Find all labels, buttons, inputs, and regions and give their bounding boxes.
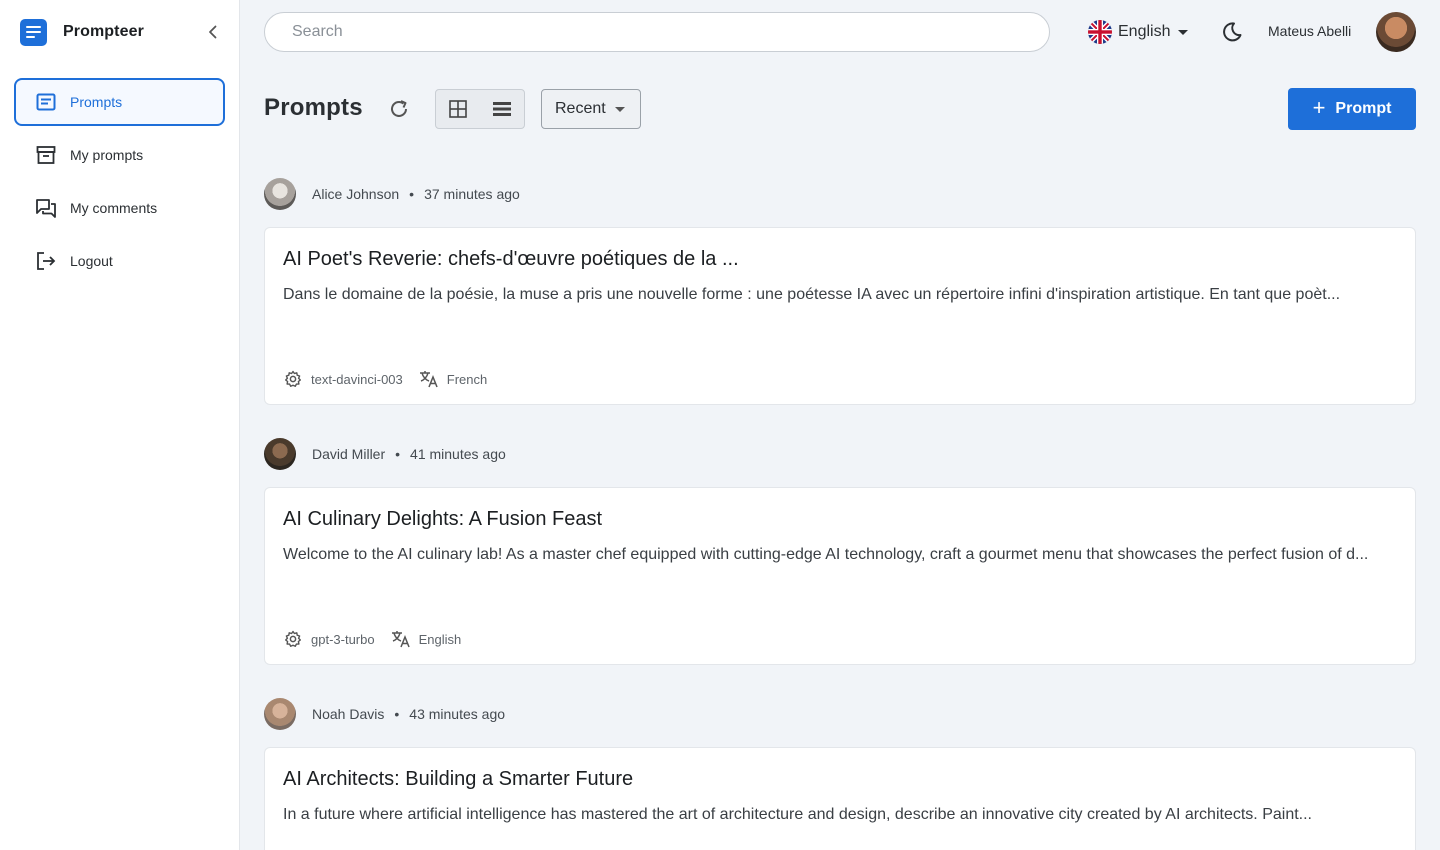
- sort-label: Recent: [555, 100, 606, 117]
- author-avatar[interactable]: [264, 438, 296, 470]
- post-time: 43 minutes ago: [409, 706, 506, 722]
- prompts-icon: [35, 91, 57, 113]
- post-meta: Noah Davis • 43 minutes ago: [264, 698, 505, 730]
- translate-icon: [391, 629, 411, 649]
- sidebar-item-my-comments[interactable]: My comments: [14, 184, 225, 232]
- sidebar-item-logout[interactable]: Logout: [14, 237, 225, 285]
- view-toggle: [435, 89, 525, 129]
- refresh-icon: [391, 100, 407, 117]
- prompt-model: text-davinci-003: [311, 371, 403, 387]
- gear-icon: [283, 629, 303, 649]
- prompt-description: Welcome to the AI culinary lab! As a mas…: [283, 546, 1369, 563]
- separator-dot: •: [409, 186, 415, 202]
- post-time: 41 minutes ago: [410, 446, 506, 462]
- grid-view-button[interactable]: [436, 90, 480, 128]
- caret-down-icon: [614, 106, 625, 112]
- plus-icon: +: [1312, 95, 1326, 120]
- prompt-title: AI Poet's Reverie: chefs-d'œuvre poétiqu…: [283, 248, 739, 270]
- prompt-card[interactable]: AI Culinary Delights: A Fusion Feast Wel…: [264, 487, 1416, 665]
- archive-icon: [35, 144, 57, 166]
- app-name: Prompteer: [63, 23, 144, 40]
- sidebar-item-label: My prompts: [70, 147, 144, 163]
- gear-icon: [283, 369, 303, 389]
- sort-dropdown[interactable]: Recent: [541, 89, 641, 129]
- separator-dot: •: [395, 446, 401, 462]
- list-icon: [493, 102, 511, 116]
- sidebar: Prompteer Prompts My prompts My comments: [0, 0, 240, 850]
- brand: Prompteer: [20, 18, 225, 46]
- sidebar-item-label: Logout: [70, 253, 113, 269]
- refresh-button[interactable]: [388, 98, 410, 120]
- dark-mode-toggle[interactable]: [1220, 20, 1244, 44]
- new-prompt-label: Prompt: [1335, 100, 1392, 117]
- language-selector[interactable]: English: [1088, 20, 1189, 44]
- post-author[interactable]: Noah Davis: [312, 706, 384, 722]
- prompt-language: French: [446, 371, 488, 387]
- prompt-title: AI Architects: Building a Smarter Future: [283, 768, 634, 790]
- logout-icon: [35, 250, 57, 272]
- list-view-button[interactable]: [480, 90, 524, 128]
- search-input[interactable]: [265, 13, 1049, 51]
- sidebar-item-label: Prompts: [70, 94, 123, 110]
- new-prompt-button[interactable]: + Prompt: [1288, 88, 1416, 130]
- post-author[interactable]: Alice Johnson: [312, 186, 399, 202]
- prompt-card[interactable]: AI Poet's Reverie: chefs-d'œuvre poétiqu…: [264, 227, 1416, 405]
- uk-flag-icon: [1088, 20, 1112, 44]
- chevron-left-icon: [209, 25, 217, 39]
- sidebar-nav: Prompts My prompts My comments Logout: [14, 78, 225, 290]
- author-avatar[interactable]: [264, 178, 296, 210]
- sidebar-item-prompts[interactable]: Prompts: [14, 78, 225, 126]
- user-avatar[interactable]: [1376, 12, 1416, 52]
- comments-icon: [35, 197, 57, 219]
- post-meta: David Miller • 41 minutes ago: [264, 438, 506, 470]
- prompt-footer: gpt-3-turbo English: [283, 628, 461, 650]
- prompt-language: English: [418, 631, 462, 647]
- page-title: Prompts: [264, 94, 363, 121]
- prompt-card[interactable]: AI Architects: Building a Smarter Future…: [264, 747, 1416, 850]
- grid-icon: [449, 100, 467, 118]
- prompt-description: In a future where artificial intelligenc…: [283, 806, 1312, 823]
- separator-dot: •: [394, 706, 400, 722]
- prompt-model: gpt-3-turbo: [311, 631, 375, 647]
- search-bar: [264, 12, 1050, 52]
- post-author[interactable]: David Miller: [312, 446, 385, 462]
- moon-icon: [1223, 22, 1242, 42]
- post-time: 37 minutes ago: [424, 186, 520, 202]
- collapse-sidebar-button[interactable]: [201, 20, 225, 44]
- prompt-description: Dans le domaine de la poésie, la muse a …: [283, 286, 1341, 303]
- prompt-title: AI Culinary Delights: A Fusion Feast: [283, 508, 603, 530]
- user-name: Mateus Abelli: [1268, 23, 1352, 39]
- caret-down-icon: [1178, 29, 1189, 35]
- post-meta: Alice Johnson • 37 minutes ago: [264, 178, 520, 210]
- language-label: English: [1118, 23, 1171, 40]
- prompteer-logo-icon: [20, 18, 47, 46]
- sidebar-item-label: My comments: [70, 200, 158, 216]
- sidebar-item-my-prompts[interactable]: My prompts: [14, 131, 225, 179]
- translate-icon: [419, 369, 439, 389]
- author-avatar[interactable]: [264, 698, 296, 730]
- prompt-footer: text-davinci-003 French: [283, 368, 487, 390]
